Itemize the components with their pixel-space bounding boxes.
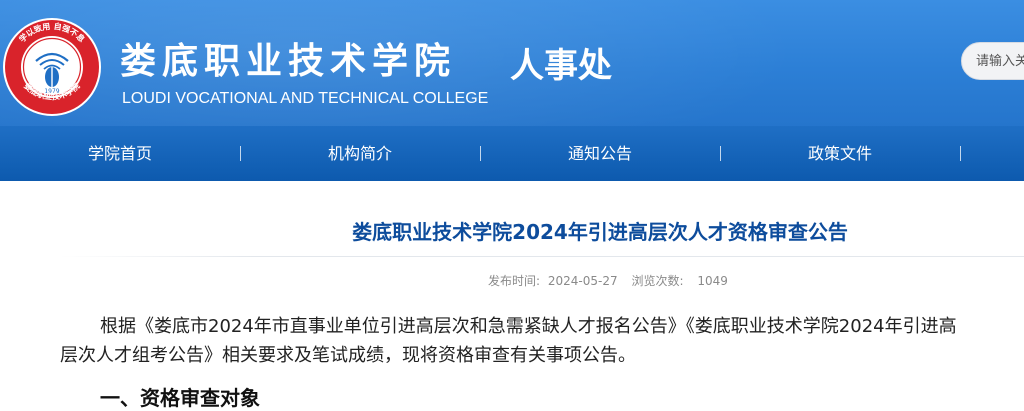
- paragraph-line: 根据《娄底市2024年市直事业单位引进高层次和急需紧缺人才报名公告》《娄底职业技…: [100, 316, 957, 337]
- site-header: 1979 学以致用 自强不息 娄底职业技术学院 娄底职业技术学院 人事处 LOU…: [0, 0, 1024, 126]
- article-paragraph: 根据《娄底市2024年市直事业单位引进高层次和急需紧缺人才报名公告》《娄底职业技…: [60, 312, 1024, 370]
- views-count: 1049: [697, 274, 728, 288]
- search-box: [961, 42, 1024, 80]
- nav-item-policies[interactable]: 政策文件: [720, 126, 960, 181]
- main-nav: 学院首页 机构简介 通知公告 政策文件: [0, 126, 1024, 181]
- article-title: 娄底职业技术学院2024年引进高层次人才资格审查公告: [352, 220, 848, 244]
- publish-date: 2024-05-27: [547, 274, 618, 288]
- search-input[interactable]: [976, 51, 1024, 71]
- publish-label: 发布时间:: [488, 274, 541, 288]
- college-name-english: LOUDI VOCATIONAL AND TECHNICAL COLLEGE: [122, 90, 489, 107]
- nav-item-about[interactable]: 机构简介: [240, 126, 480, 181]
- article-meta: 发布时间: 2024-05-27 浏览次数: 1049: [488, 272, 732, 289]
- section-heading: 一、资格审查对象: [100, 386, 260, 410]
- department-name: 人事处: [510, 46, 612, 86]
- nav-item-home[interactable]: 学院首页: [0, 126, 240, 181]
- nav-item-notices[interactable]: 通知公告: [480, 126, 720, 181]
- college-name[interactable]: 娄底职业技术学院: [120, 32, 456, 84]
- nav-divider: [960, 146, 961, 161]
- views-label: 浏览次数:: [631, 274, 684, 288]
- paragraph-line: 层次人才组考公告》相关要求及笔试成绩，现将资格审查有关事项公告。: [60, 345, 636, 366]
- title-divider: [60, 256, 1024, 257]
- college-emblem-logo[interactable]: 1979 学以致用 自强不息 娄底职业技术学院: [2, 17, 102, 117]
